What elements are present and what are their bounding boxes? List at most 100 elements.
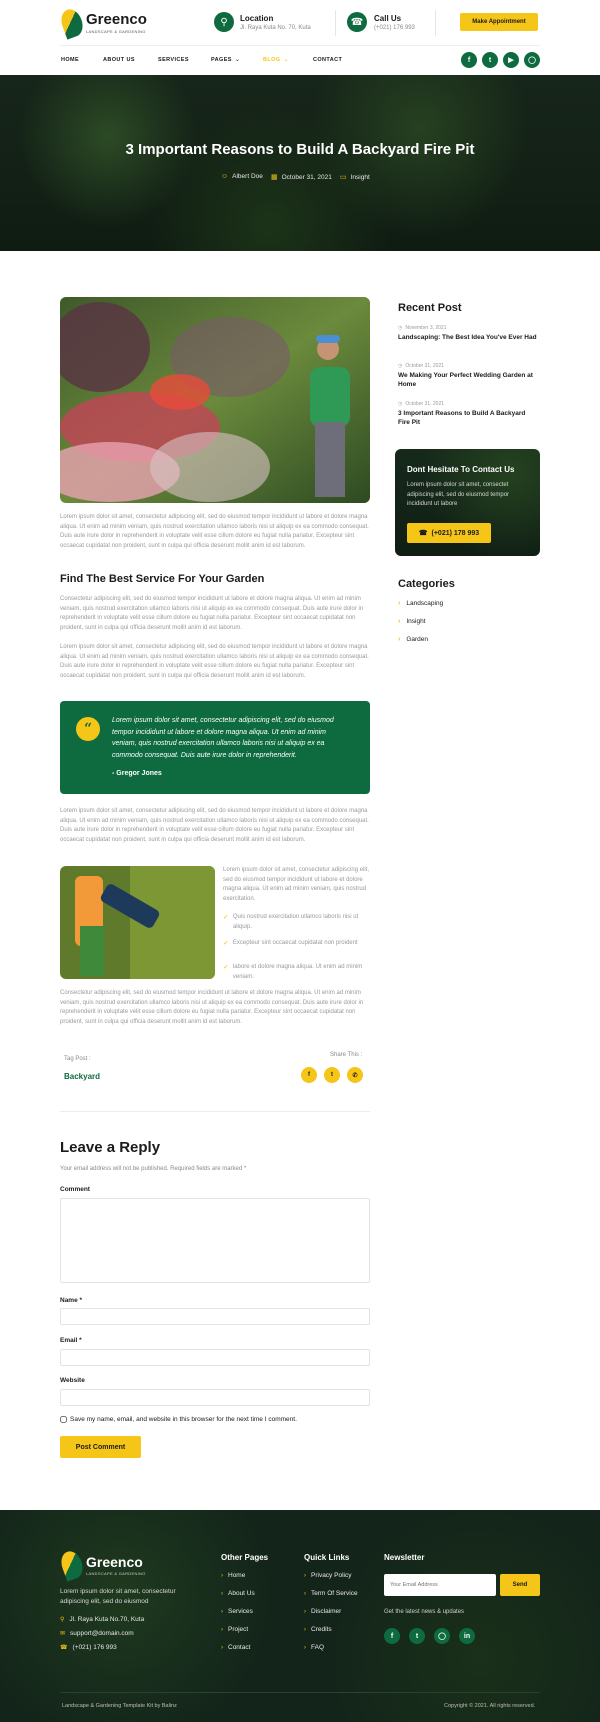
youtube-icon[interactable]: ▶ — [503, 52, 519, 68]
newsletter-send-button[interactable]: Send — [500, 1574, 540, 1596]
chevron-right-icon: › — [304, 1590, 306, 1597]
footer-link-about[interactable]: › About Us — [221, 1590, 255, 1597]
header-divider — [335, 10, 336, 36]
share-twitter-icon[interactable]: t — [324, 1067, 340, 1083]
clock-icon: ◷ — [398, 325, 403, 331]
footer-link-home[interactable]: › Home — [221, 1572, 245, 1579]
save-info-checkbox[interactable] — [60, 1416, 67, 1423]
twitter-icon[interactable]: t — [482, 52, 498, 68]
recent-post-link[interactable]: We Making Your Perfect Wedding Garden at… — [398, 372, 538, 389]
check-list-item: ✓ Quis nostrud exercitation ullamco labo… — [223, 913, 370, 932]
website-field[interactable] — [60, 1389, 370, 1406]
side-paragraph: Lorem ipsum dolor sit amet, consectetur … — [223, 867, 370, 902]
call-title: Call Us — [374, 14, 402, 23]
article-paragraph-2: Consectetur adipiscing elit, sed do eius… — [60, 596, 364, 631]
check-list-item: ✓ labore et dolore magna aliqua. Ut enim… — [223, 963, 370, 982]
footer-facebook-icon[interactable]: f — [384, 1628, 400, 1644]
name-field[interactable] — [60, 1308, 370, 1325]
chevron-right-icon: › — [398, 600, 401, 607]
footer-phone-text: (+021) 176 993 — [72, 1644, 117, 1651]
footer-email[interactable]: ✉ support@domain.com — [60, 1630, 134, 1637]
footer-link-label: Project — [228, 1626, 249, 1633]
chevron-right-icon: › — [221, 1626, 223, 1633]
post-comment-button[interactable]: Post Comment — [60, 1436, 141, 1458]
folder-icon: ▭ — [340, 174, 347, 181]
category-insight[interactable]: › Insight — [398, 618, 426, 625]
footer-phone[interactable]: ☎ (+021) 176 993 — [60, 1644, 117, 1651]
tag-backyard[interactable]: Backyard — [64, 1072, 100, 1081]
newsletter-title: Newsletter — [384, 1553, 425, 1562]
share-facebook-icon[interactable]: f — [301, 1067, 317, 1083]
author-name[interactable]: Albert Doe — [232, 173, 263, 180]
site-header: Greenco LANDSCAPE & GARDENING ⚲ Location… — [0, 0, 600, 75]
recent-post-item[interactable]: ◷ October 31, 2021 We Making Your Perfect… — [398, 363, 538, 389]
chevron-right-icon: › — [304, 1608, 306, 1615]
mail-icon: ✉ — [60, 1631, 66, 1637]
make-appointment-button[interactable]: Make Appointment — [460, 13, 538, 31]
footer-link-contact[interactable]: › Contact — [221, 1644, 250, 1651]
category-landscaping[interactable]: › Landscaping — [398, 600, 443, 607]
footer-link-project[interactable]: › Project — [221, 1626, 248, 1633]
chevron-down-icon: ⌄ — [283, 57, 289, 63]
share-whatsapp-icon[interactable]: ✆ — [347, 1067, 363, 1083]
contact-card-title: Dont Hesitate To Contact Us — [407, 465, 515, 474]
hero-author: ☺ Albert Doe — [221, 173, 263, 180]
post-category[interactable]: Insight — [351, 174, 370, 181]
recent-post-date: November 3, 2021 — [405, 325, 447, 331]
footer-link-label: Privacy Policy — [311, 1572, 352, 1579]
chevron-right-icon: › — [304, 1644, 306, 1651]
phone-icon: ☎ — [60, 1645, 68, 1651]
hedge-photo — [60, 866, 215, 979]
recent-post-link[interactable]: 3 Important Reasons to Build A Backyard … — [398, 410, 538, 427]
nav-home[interactable]: HOME — [61, 57, 79, 63]
recent-post-item[interactable]: ◷ November 3, 2021 Landscaping: The Best … — [398, 325, 538, 343]
hero-banner — [0, 75, 600, 251]
recent-post-date: October 31, 2021 — [405, 363, 445, 369]
nav-pages[interactable]: PAGES ⌄ — [211, 56, 240, 64]
contact-phone-button[interactable]: ☎ (+021) 178 993 — [407, 523, 491, 543]
chevron-right-icon: › — [304, 1572, 306, 1579]
footer-link-terms[interactable]: › Term Of Service — [304, 1590, 358, 1597]
chevron-right-icon: › — [221, 1590, 223, 1597]
brand-name[interactable]: Greenco — [86, 11, 147, 28]
header-rule — [60, 45, 540, 46]
category-label: Garden — [406, 636, 429, 643]
footer-instagram-icon[interactable]: ◯ — [434, 1628, 450, 1644]
footer-brand-name[interactable]: Greenco — [86, 1554, 143, 1570]
article-divider — [60, 1111, 370, 1112]
nav-about-us[interactable]: ABOUT US — [103, 57, 135, 63]
logo-leaf-icon — [57, 6, 87, 40]
email-field[interactable] — [60, 1349, 370, 1366]
category-garden[interactable]: › Garden — [398, 636, 428, 643]
quote-icon: “ — [76, 717, 100, 741]
footer-link-services[interactable]: › Services — [221, 1608, 253, 1615]
recent-post-item[interactable]: ◷ October 31, 2021 3 Important Reasons to… — [398, 401, 538, 427]
blockquote: “ Lorem ipsum dolor sit amet, consectetu… — [60, 701, 370, 794]
calendar-icon: ▦ — [271, 174, 278, 181]
instagram-icon[interactable]: ◯ — [524, 52, 540, 68]
chevron-right-icon: › — [398, 618, 401, 625]
nav-blog[interactable]: BLOG ⌄ — [263, 56, 289, 64]
nav-contact[interactable]: CONTACT — [313, 57, 342, 63]
footer-email-text: support@domain.com — [70, 1630, 134, 1637]
footer-address-text: Jl. Raya Kuta No.70, Kuta — [69, 1616, 145, 1623]
recent-post-link[interactable]: Landscaping: The Best Idea You've Ever H… — [398, 334, 538, 343]
footer-link-faq[interactable]: › FAQ — [304, 1644, 324, 1651]
footer-link-label: About Us — [228, 1590, 255, 1597]
nav-services[interactable]: SERVICES — [158, 57, 189, 63]
reply-title: Leave a Reply — [60, 1139, 161, 1156]
comment-field[interactable] — [60, 1198, 370, 1283]
article-paragraph-4: Lorem ipsum dolor sit amet, consectetur … — [60, 808, 369, 843]
footer-link-disclaimer[interactable]: › Disclaimer — [304, 1608, 341, 1615]
footer-twitter-icon[interactable]: t — [409, 1628, 425, 1644]
footer-linkedin-icon[interactable]: in — [459, 1628, 475, 1644]
contact-card: Dont Hesitate To Contact Us Lorem ipsum … — [395, 449, 540, 556]
category-label: Insight — [406, 618, 426, 625]
footer-link-credits[interactable]: › Credits — [304, 1626, 332, 1633]
facebook-icon[interactable]: f — [461, 52, 477, 68]
categories-title: Categories — [398, 578, 455, 590]
footer-quick-title: Quick Links — [304, 1553, 350, 1562]
footer-link-privacy[interactable]: › Privacy Policy — [304, 1572, 351, 1579]
call-value: (+021) 176 993 — [374, 25, 415, 31]
newsletter-email-input[interactable] — [384, 1574, 496, 1596]
